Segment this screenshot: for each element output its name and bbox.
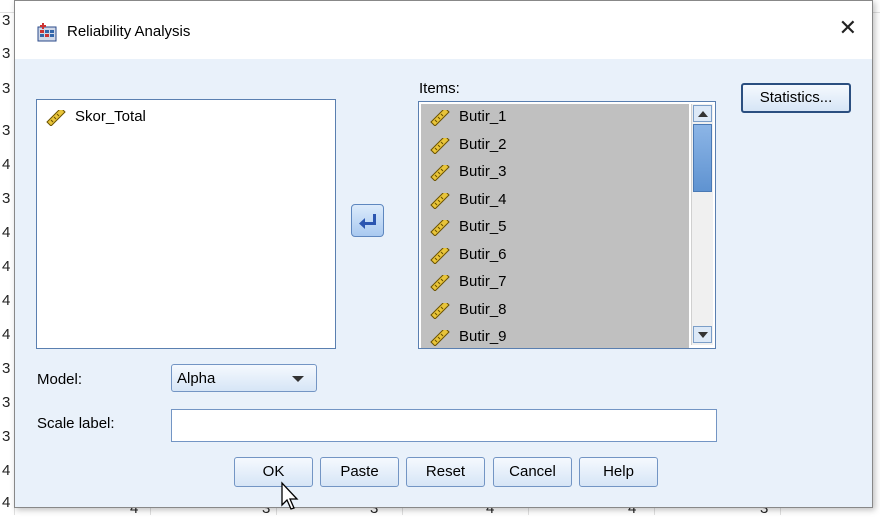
gutter-cell: 4 bbox=[2, 292, 11, 309]
model-selected-value: Alpha bbox=[177, 370, 216, 387]
scale-ruler-icon bbox=[429, 299, 451, 320]
variable-label: Butir_5 bbox=[459, 218, 507, 235]
variable-label: Skor_Total bbox=[75, 108, 146, 125]
gutter-cell: 4 bbox=[2, 494, 11, 511]
reliability-analysis-dialog: Reliability Analysis ✕ Skor_Total Items:… bbox=[14, 0, 873, 508]
list-item[interactable]: Butir_2 bbox=[421, 132, 689, 160]
help-button[interactable]: Help bbox=[579, 457, 658, 487]
list-item[interactable]: Butir_6 bbox=[421, 242, 689, 270]
scale-ruler-icon bbox=[429, 162, 451, 182]
arrow-left-icon bbox=[352, 214, 383, 240]
list-item[interactable]: Butir_9 bbox=[421, 324, 689, 348]
scale-label-input[interactable] bbox=[171, 409, 717, 442]
gutter-cell: 4 bbox=[2, 326, 11, 343]
chevron-down-icon bbox=[292, 376, 304, 382]
variable-label: Butir_7 bbox=[459, 273, 507, 290]
list-item[interactable]: Butir_3 bbox=[421, 159, 689, 187]
row-gutter: 3 3 3 3 4 3 4 4 4 4 3 3 3 4 4 bbox=[0, 0, 14, 515]
scroll-down-button[interactable] bbox=[693, 326, 712, 343]
gutter-cell: 4 bbox=[2, 462, 11, 479]
scale-label-label: Scale label: bbox=[37, 415, 115, 432]
scale-ruler-icon bbox=[429, 107, 451, 127]
variable-label: Butir_3 bbox=[459, 163, 507, 180]
scale-ruler-icon bbox=[429, 327, 451, 347]
list-item[interactable]: Butir_1 bbox=[421, 104, 689, 132]
items-scrollbar[interactable] bbox=[691, 104, 713, 345]
gutter-cell: 3 bbox=[2, 80, 11, 97]
scroll-up-button[interactable] bbox=[693, 105, 712, 122]
scroll-thumb[interactable] bbox=[693, 124, 712, 192]
gutter-cell: 3 bbox=[2, 190, 11, 207]
gutter-cell: 3 bbox=[2, 360, 11, 377]
chevron-down-icon bbox=[698, 332, 708, 338]
cancel-button[interactable]: Cancel bbox=[493, 457, 572, 487]
variable-label: Butir_6 bbox=[459, 245, 507, 263]
variable-label: Butir_9 bbox=[459, 328, 507, 345]
scale-ruler-icon bbox=[429, 272, 451, 292]
list-item[interactable]: Butir_8 bbox=[421, 297, 689, 325]
dialog-body: Skor_Total Items: Butir_1 Butir_2 Butir_… bbox=[15, 59, 872, 507]
scale-ruler-icon bbox=[429, 244, 451, 265]
model-select[interactable]: Alpha bbox=[171, 364, 317, 392]
title-bar[interactable]: Reliability Analysis ✕ bbox=[15, 1, 872, 59]
gutter-cell: 4 bbox=[2, 224, 11, 241]
gutter-cell: 3 bbox=[2, 428, 11, 445]
spss-reliability-icon bbox=[37, 22, 57, 42]
list-item[interactable]: Butir_5 bbox=[421, 214, 689, 242]
chevron-up-icon bbox=[698, 111, 708, 117]
gutter-cell: 3 bbox=[2, 122, 11, 139]
list-item[interactable]: Butir_7 bbox=[421, 269, 689, 297]
variable-label: Butir_4 bbox=[459, 190, 507, 208]
items-list[interactable]: Butir_1 Butir_2 Butir_3 Butir_4 Butir_5 bbox=[421, 104, 689, 348]
items-list-box[interactable]: Butir_1 Butir_2 Butir_3 Butir_4 Butir_5 bbox=[418, 101, 716, 349]
gutter-cell: 4 bbox=[2, 258, 11, 275]
scale-ruler-icon bbox=[429, 217, 451, 237]
variable-label: Butir_2 bbox=[459, 135, 507, 153]
reset-button[interactable]: Reset bbox=[406, 457, 485, 487]
paste-button[interactable]: Paste bbox=[320, 457, 399, 487]
mouse-pointer-icon bbox=[280, 481, 302, 511]
scale-ruler-icon bbox=[45, 107, 67, 127]
items-label: Items: bbox=[419, 80, 460, 97]
scale-ruler-icon bbox=[429, 134, 451, 155]
variable-label: Butir_8 bbox=[459, 300, 507, 318]
scale-ruler-icon bbox=[429, 189, 451, 210]
move-variable-button[interactable] bbox=[351, 204, 384, 237]
list-item[interactable]: Skor_Total bbox=[37, 104, 335, 131]
gutter-cell: 3 bbox=[2, 12, 11, 29]
gutter-cell: 3 bbox=[2, 394, 11, 411]
statistics-button[interactable]: Statistics... bbox=[741, 83, 851, 113]
close-icon[interactable]: ✕ bbox=[839, 17, 857, 39]
gutter-cell: 3 bbox=[2, 45, 11, 62]
list-item[interactable]: Butir_4 bbox=[421, 187, 689, 215]
variable-label: Butir_1 bbox=[459, 108, 507, 125]
source-variable-list[interactable]: Skor_Total bbox=[36, 99, 336, 349]
gutter-cell: 4 bbox=[2, 156, 11, 173]
dialog-title: Reliability Analysis bbox=[67, 23, 191, 40]
model-label: Model: bbox=[37, 371, 83, 388]
